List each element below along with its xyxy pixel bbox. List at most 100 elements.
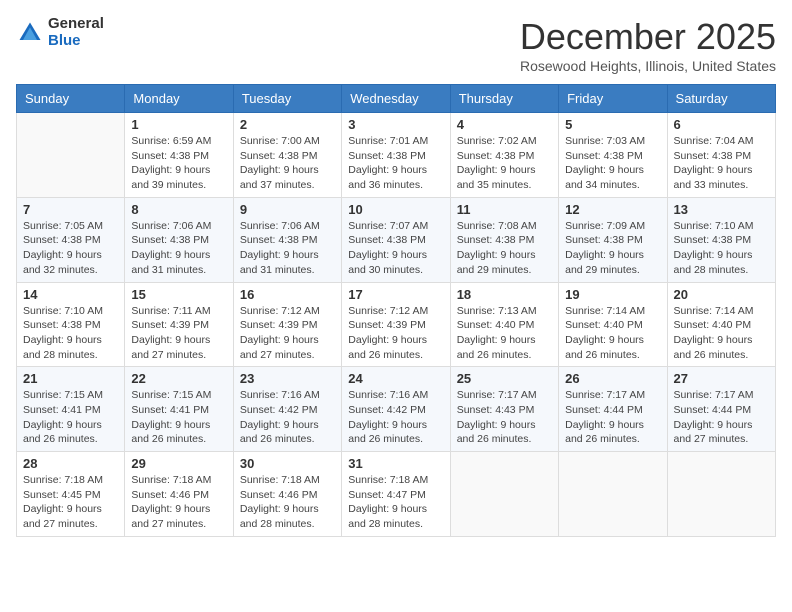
calendar-cell: 8Sunrise: 7:06 AMSunset: 4:38 PMDaylight… [125, 197, 233, 282]
day-number: 6 [674, 117, 769, 132]
calendar-cell: 10 Sunrise: 7:07 AMSunset: 4:38 PMDayligh… [342, 197, 450, 282]
day-info: Sunrise: 7:11 AMSunset: 4:39 PMDaylight:… [131, 304, 226, 363]
title-section: December 2025 Rosewood Heights, Illinois… [520, 16, 776, 74]
calendar-cell: 15 Sunrise: 7:11 AMSunset: 4:39 PMDayligh… [125, 282, 233, 367]
calendar-cell: 26Sunrise: 7:17 AMSunset: 4:44 PMDayligh… [559, 367, 667, 452]
day-number: 13 [674, 202, 769, 217]
day-number: 25 [457, 371, 552, 386]
day-number: 22 [131, 371, 226, 386]
calendar-week-3: 14 Sunrise: 7:10 AMSunset: 4:38 PMDayligh… [17, 282, 776, 367]
day-of-week-monday: Monday [125, 85, 233, 113]
day-info: Sunrise: 6:59 AMSunset: 4:38 PMDaylight:… [131, 134, 226, 193]
calendar-cell: 9 Sunrise: 7:06 AMSunset: 4:38 PMDaylight… [233, 197, 341, 282]
calendar-cell: 29 Sunrise: 7:18 AMSunset: 4:46 PMDayligh… [125, 452, 233, 537]
day-number: 31 [348, 456, 443, 471]
calendar-cell: 1 Sunrise: 6:59 AMSunset: 4:38 PMDaylight… [125, 113, 233, 198]
day-number: 23 [240, 371, 335, 386]
calendar-cell: 14 Sunrise: 7:10 AMSunset: 4:38 PMDayligh… [17, 282, 125, 367]
calendar-cell: 30Sunrise: 7:18 AMSunset: 4:46 PMDayligh… [233, 452, 341, 537]
day-info: Sunrise: 7:17 AMSunset: 4:44 PMDaylight:… [674, 388, 769, 447]
day-number: 3 [348, 117, 443, 132]
calendar-week-1: 1 Sunrise: 6:59 AMSunset: 4:38 PMDaylight… [17, 113, 776, 198]
day-info: Sunrise: 7:15 AMSunset: 4:41 PMDaylight:… [23, 388, 118, 447]
day-number: 14 [23, 287, 118, 302]
calendar-cell [17, 113, 125, 198]
calendar-cell: 3 Sunrise: 7:01 AMSunset: 4:38 PMDaylight… [342, 113, 450, 198]
day-info: Sunrise: 7:10 AMSunset: 4:38 PMDaylight:… [674, 219, 769, 278]
day-info: Sunrise: 7:08 AMSunset: 4:38 PMDaylight:… [457, 219, 552, 278]
day-info: Sunrise: 7:18 AMSunset: 4:46 PMDaylight:… [131, 473, 226, 532]
day-of-week-friday: Friday [559, 85, 667, 113]
day-info: Sunrise: 7:01 AMSunset: 4:38 PMDaylight:… [348, 134, 443, 193]
day-number: 26 [565, 371, 660, 386]
calendar-cell [559, 452, 667, 537]
day-info: Sunrise: 7:02 AMSunset: 4:38 PMDaylight:… [457, 134, 552, 193]
day-number: 30 [240, 456, 335, 471]
day-info: Sunrise: 7:05 AMSunset: 4:38 PMDaylight:… [23, 219, 118, 278]
day-info: Sunrise: 7:13 AMSunset: 4:40 PMDaylight:… [457, 304, 552, 363]
day-number: 21 [23, 371, 118, 386]
day-of-week-sunday: Sunday [17, 85, 125, 113]
day-info: Sunrise: 7:06 AMSunset: 4:38 PMDaylight:… [240, 219, 335, 278]
calendar-cell: 17Sunrise: 7:12 AMSunset: 4:39 PMDayligh… [342, 282, 450, 367]
calendar-cell: 12 Sunrise: 7:09 AMSunset: 4:38 PMDayligh… [559, 197, 667, 282]
calendar-header: SundayMondayTuesdayWednesdayThursdayFrid… [17, 85, 776, 113]
calendar-week-2: 7 Sunrise: 7:05 AMSunset: 4:38 PMDaylight… [17, 197, 776, 282]
calendar-cell: 16Sunrise: 7:12 AMSunset: 4:39 PMDayligh… [233, 282, 341, 367]
location: Rosewood Heights, Illinois, United State… [520, 58, 776, 74]
calendar-cell [450, 452, 558, 537]
calendar-week-4: 21 Sunrise: 7:15 AMSunset: 4:41 PMDayligh… [17, 367, 776, 452]
calendar-cell [667, 452, 775, 537]
day-info: Sunrise: 7:10 AMSunset: 4:38 PMDaylight:… [23, 304, 118, 363]
day-of-week-tuesday: Tuesday [233, 85, 341, 113]
day-of-week-thursday: Thursday [450, 85, 558, 113]
day-info: Sunrise: 7:12 AMSunset: 4:39 PMDaylight:… [240, 304, 335, 363]
day-number: 4 [457, 117, 552, 132]
logo: General Blue [16, 16, 104, 49]
logo-general: General [48, 16, 104, 33]
day-number: 8 [131, 202, 226, 217]
calendar-body: 1 Sunrise: 6:59 AMSunset: 4:38 PMDaylight… [17, 113, 776, 537]
day-number: 2 [240, 117, 335, 132]
day-info: Sunrise: 7:17 AMSunset: 4:43 PMDaylight:… [457, 388, 552, 447]
calendar-cell: 24Sunrise: 7:16 AMSunset: 4:42 PMDayligh… [342, 367, 450, 452]
calendar-cell: 7 Sunrise: 7:05 AMSunset: 4:38 PMDaylight… [17, 197, 125, 282]
calendar-cell: 21 Sunrise: 7:15 AMSunset: 4:41 PMDayligh… [17, 367, 125, 452]
calendar-cell: 2 Sunrise: 7:00 AMSunset: 4:38 PMDaylight… [233, 113, 341, 198]
day-number: 15 [131, 287, 226, 302]
day-info: Sunrise: 7:04 AMSunset: 4:38 PMDaylight:… [674, 134, 769, 193]
day-number: 19 [565, 287, 660, 302]
day-number: 12 [565, 202, 660, 217]
day-number: 17 [348, 287, 443, 302]
day-number: 20 [674, 287, 769, 302]
day-number: 7 [23, 202, 118, 217]
day-number: 9 [240, 202, 335, 217]
day-number: 5 [565, 117, 660, 132]
day-info: Sunrise: 7:18 AMSunset: 4:47 PMDaylight:… [348, 473, 443, 532]
day-info: Sunrise: 7:00 AMSunset: 4:38 PMDaylight:… [240, 134, 335, 193]
day-info: Sunrise: 7:14 AMSunset: 4:40 PMDaylight:… [565, 304, 660, 363]
day-of-week-wednesday: Wednesday [342, 85, 450, 113]
day-of-week-saturday: Saturday [667, 85, 775, 113]
calendar-cell: 20 Sunrise: 7:14 AMSunset: 4:40 PMDayligh… [667, 282, 775, 367]
day-info: Sunrise: 7:15 AMSunset: 4:41 PMDaylight:… [131, 388, 226, 447]
day-number: 1 [131, 117, 226, 132]
day-info: Sunrise: 7:07 AMSunset: 4:38 PMDaylight:… [348, 219, 443, 278]
day-info: Sunrise: 7:09 AMSunset: 4:38 PMDaylight:… [565, 219, 660, 278]
logo-icon [16, 19, 44, 47]
calendar-cell: 5 Sunrise: 7:03 AMSunset: 4:38 PMDaylight… [559, 113, 667, 198]
calendar-cell: 6 Sunrise: 7:04 AMSunset: 4:38 PMDaylight… [667, 113, 775, 198]
calendar-cell: 18Sunrise: 7:13 AMSunset: 4:40 PMDayligh… [450, 282, 558, 367]
calendar-cell: 11 Sunrise: 7:08 AMSunset: 4:38 PMDayligh… [450, 197, 558, 282]
calendar-cell: 31 Sunrise: 7:18 AMSunset: 4:47 PMDayligh… [342, 452, 450, 537]
day-info: Sunrise: 7:14 AMSunset: 4:40 PMDaylight:… [674, 304, 769, 363]
logo-text: General Blue [48, 16, 104, 49]
page-header: General Blue December 2025 Rosewood Heig… [16, 16, 776, 74]
calendar-cell: 19 Sunrise: 7:14 AMSunset: 4:40 PMDayligh… [559, 282, 667, 367]
calendar-cell: 13 Sunrise: 7:10 AMSunset: 4:38 PMDayligh… [667, 197, 775, 282]
day-number: 29 [131, 456, 226, 471]
day-number: 10 [348, 202, 443, 217]
day-info: Sunrise: 7:03 AMSunset: 4:38 PMDaylight:… [565, 134, 660, 193]
day-number: 11 [457, 202, 552, 217]
calendar: SundayMondayTuesdayWednesdayThursdayFrid… [16, 84, 776, 537]
